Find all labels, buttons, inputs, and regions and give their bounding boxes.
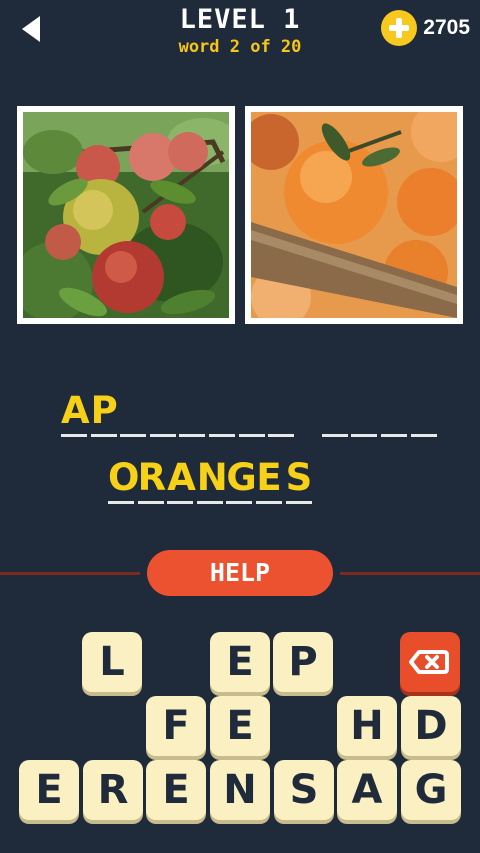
letter-key[interactable]: S [274,760,334,820]
letter-slot[interactable]: O [108,452,139,504]
letter-key[interactable]: E [146,760,206,820]
letter-slot[interactable] [179,385,206,437]
letter-slot[interactable] [208,385,235,437]
letter-key[interactable]: F [146,696,206,756]
letter-slot[interactable] [120,385,147,437]
apples-photo [23,112,229,318]
letter-slot[interactable] [410,385,437,437]
letter-slot[interactable]: S [285,452,312,504]
letter-slot[interactable] [238,385,265,437]
letter-slot[interactable]: A [167,452,196,504]
letter-slot[interactable]: G [226,452,257,504]
add-coins-icon[interactable] [381,10,418,46]
letter-key[interactable]: E [210,632,270,692]
answer-row-2: O R A N G E S [108,452,315,504]
letter-key[interactable]: G [401,760,461,820]
letter-key[interactable]: E [210,696,270,756]
letter-slot[interactable]: R [137,452,166,504]
letter-key[interactable]: D [401,696,461,756]
letter-slot[interactable]: N [196,452,228,504]
coin-count: 2705 [423,16,470,39]
letter-slot[interactable] [351,385,378,437]
help-button[interactable]: HELP [147,550,333,596]
letter-slot[interactable] [268,385,295,437]
letter-key[interactable]: P [273,632,333,692]
backspace-icon [409,650,449,674]
letter-key[interactable]: N [210,760,270,820]
letter-slot[interactable]: E [255,452,282,504]
letter-key[interactable]: L [82,632,142,692]
coins-counter[interactable]: 2705 [381,10,470,46]
divider-left [0,572,140,575]
letter-key[interactable]: H [337,696,397,756]
clue-image-apples [17,106,235,324]
letter-key[interactable]: R [83,760,143,820]
answer-row-1: A P [61,385,440,437]
letter-key[interactable]: A [337,760,397,820]
letter-slot[interactable] [321,385,348,437]
oranges-photo [251,112,457,318]
letter-slot[interactable]: A [61,385,90,437]
top-bar: LEVEL 1 word 2 of 20 2705 [0,0,480,62]
clue-image-oranges [245,106,463,324]
delete-key[interactable] [400,632,460,692]
divider-right [340,572,480,575]
letter-slot[interactable] [380,385,407,437]
letter-slot[interactable] [149,385,176,437]
letter-slot[interactable]: P [90,385,118,437]
letter-key[interactable]: E [19,760,79,820]
